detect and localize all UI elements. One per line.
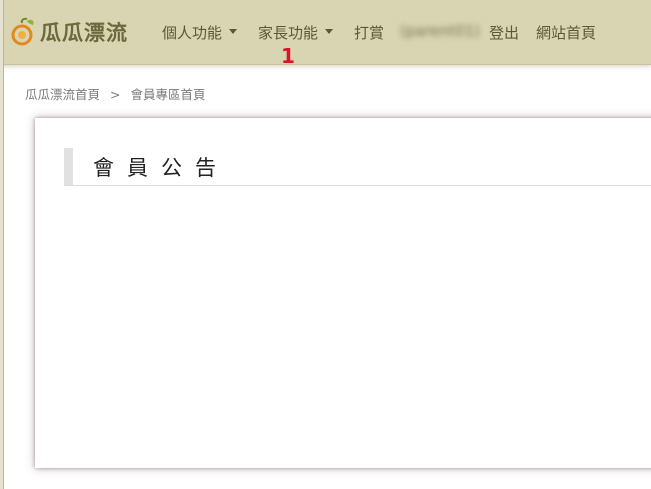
panel-title: 會員公告 xyxy=(93,156,229,180)
gourd-icon xyxy=(8,17,38,47)
header-accent-bar xyxy=(64,148,73,185)
annotation-marker: 1 xyxy=(281,44,295,68)
username-display: (parent01) xyxy=(400,22,480,40)
nav-donate-link[interactable]: 打賞 xyxy=(354,22,384,43)
breadcrumb-current: 會員專區首頁 xyxy=(130,87,206,102)
breadcrumb: 瓜瓜漂流首頁 > 會員專區首頁 xyxy=(25,84,206,103)
panel-header: 會員公告 xyxy=(64,148,651,186)
announcement-panel: 會員公告 xyxy=(35,118,651,468)
breadcrumb-separator: > xyxy=(110,87,121,102)
nav-parent-label: 家長功能 xyxy=(258,24,319,42)
breadcrumb-home-link[interactable]: 瓜瓜漂流首頁 xyxy=(25,87,100,102)
nav-personal-dropdown[interactable]: 個人功能 xyxy=(162,22,238,43)
brand-logo-link[interactable]: 瓜瓜漂流 xyxy=(8,16,128,48)
brand-name: 瓜瓜漂流 xyxy=(40,21,128,45)
window-left-edge xyxy=(0,0,4,489)
nav-parent-dropdown[interactable]: 家長功能 xyxy=(258,22,334,43)
caret-down-icon xyxy=(325,29,334,34)
nav-logout-link[interactable]: 登出 xyxy=(489,22,519,43)
caret-down-icon xyxy=(229,29,238,34)
top-navbar: 瓜瓜漂流 個人功能 家長功能 打賞 (parent01) 登出 網站首頁 xyxy=(0,0,651,65)
nav-personal-label: 個人功能 xyxy=(162,24,223,42)
nav-site-home-link[interactable]: 網站首頁 xyxy=(536,22,596,43)
